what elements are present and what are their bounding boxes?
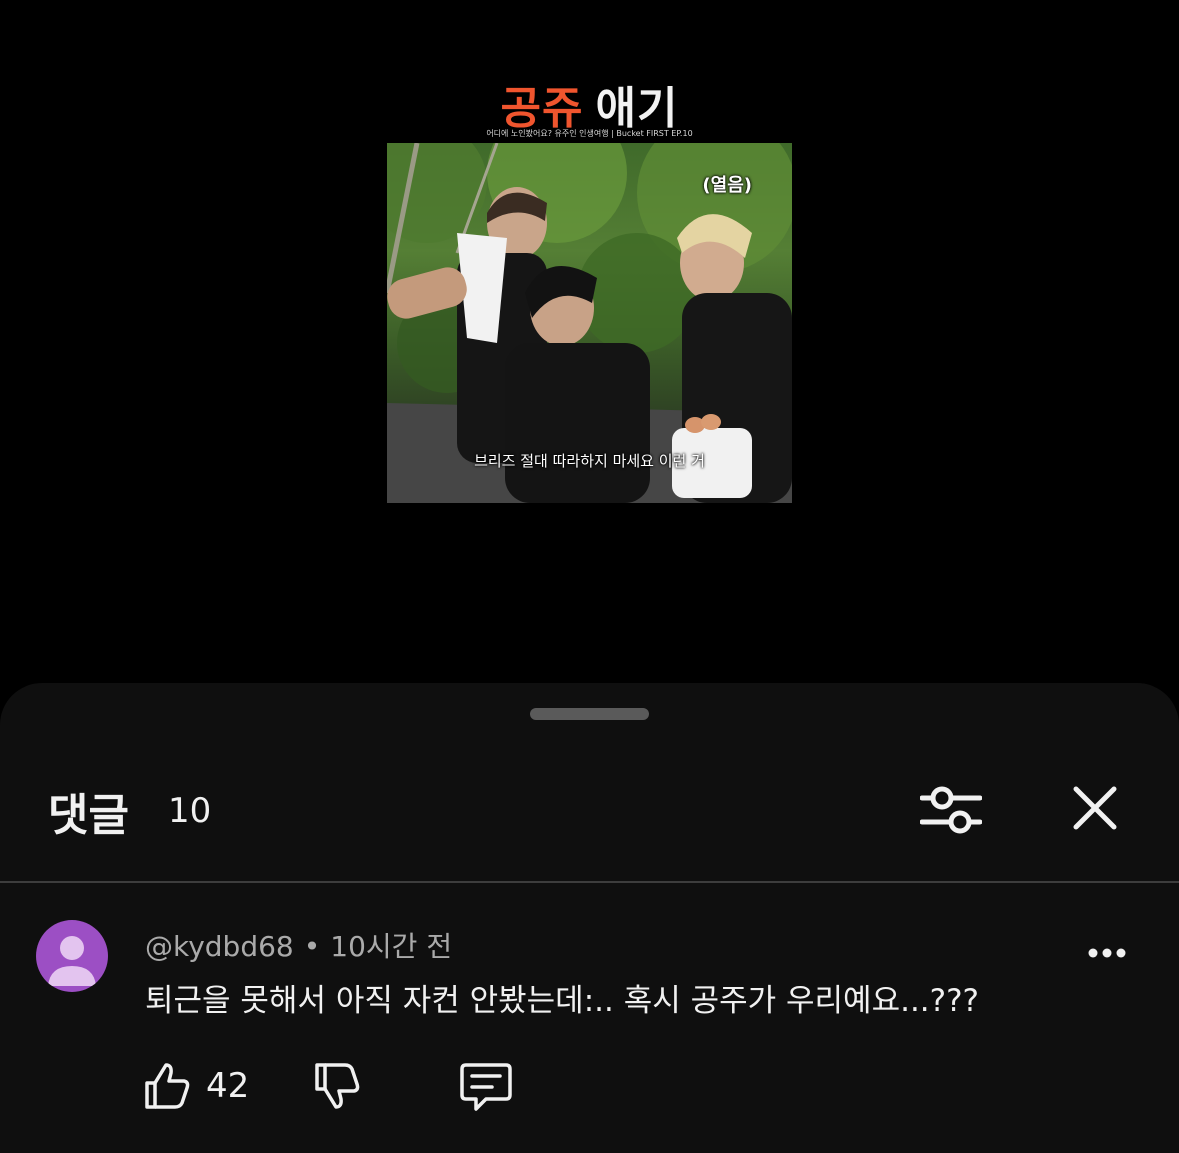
drag-handle[interactable] bbox=[530, 708, 649, 720]
comment-author[interactable]: @kydbd68 bbox=[145, 930, 294, 963]
like-button[interactable]: 42 bbox=[142, 1061, 249, 1111]
video-subtitle: 어디에 노인봤어요? 유주인 인생여행 | Bucket FIRST EP.10 bbox=[486, 129, 693, 138]
dislike-button[interactable] bbox=[312, 1061, 362, 1115]
user-icon bbox=[48, 936, 96, 986]
thumbs-up-icon bbox=[145, 1063, 190, 1109]
video-frame-illustration bbox=[387, 143, 792, 503]
comments-sheet: 댓글 10 @kydbd68 • 10시간 전 퇴근을 못해서 아직 자컨 안봤는데… bbox=[0, 683, 1179, 1153]
video-title-main: 애기 bbox=[595, 83, 679, 134]
comment-text: 퇴근을 못해서 아직 자컨 안봤는데:.. 혹시 공주가 우리예요...??? bbox=[145, 983, 980, 1019]
sliders-icon bbox=[920, 786, 982, 834]
sort-filter-button[interactable] bbox=[914, 775, 988, 845]
video-player[interactable]: 공쥬 애기 어디에 노인봤어요? 유주인 인생여행 | Bucket FIRST … bbox=[0, 0, 1179, 690]
reply-button[interactable] bbox=[458, 1061, 514, 1117]
more-icon bbox=[1088, 948, 1126, 958]
avatar[interactable] bbox=[36, 920, 108, 992]
video-caption-top: (열음) bbox=[702, 175, 752, 196]
comment-time: 10시간 전 bbox=[330, 930, 453, 963]
like-count: 42 bbox=[206, 1066, 250, 1106]
comments-count: 10 bbox=[168, 791, 212, 831]
comments-title: 댓글 bbox=[48, 790, 129, 841]
video-title: 공쥬 애기 bbox=[0, 72, 1179, 136]
video-frame: (열음) 브리즈 절대 따라하지 마세요 이런 거 bbox=[387, 143, 792, 503]
comment-more-button[interactable] bbox=[1082, 933, 1132, 973]
close-icon bbox=[1073, 786, 1117, 830]
header-divider bbox=[0, 881, 1179, 883]
reply-icon bbox=[460, 1063, 512, 1111]
comment-meta: @kydbd68 • 10시간 전 bbox=[145, 925, 452, 965]
video-title-accent: 공쥬 bbox=[500, 83, 584, 134]
meta-separator: • bbox=[303, 930, 321, 963]
video-caption-bottom: 브리즈 절대 따라하지 마세요 이런 거 bbox=[474, 452, 705, 470]
thumbs-down-icon bbox=[315, 1063, 360, 1109]
close-button[interactable] bbox=[1062, 775, 1128, 841]
comment-actions: 42 bbox=[0, 1061, 1179, 1121]
